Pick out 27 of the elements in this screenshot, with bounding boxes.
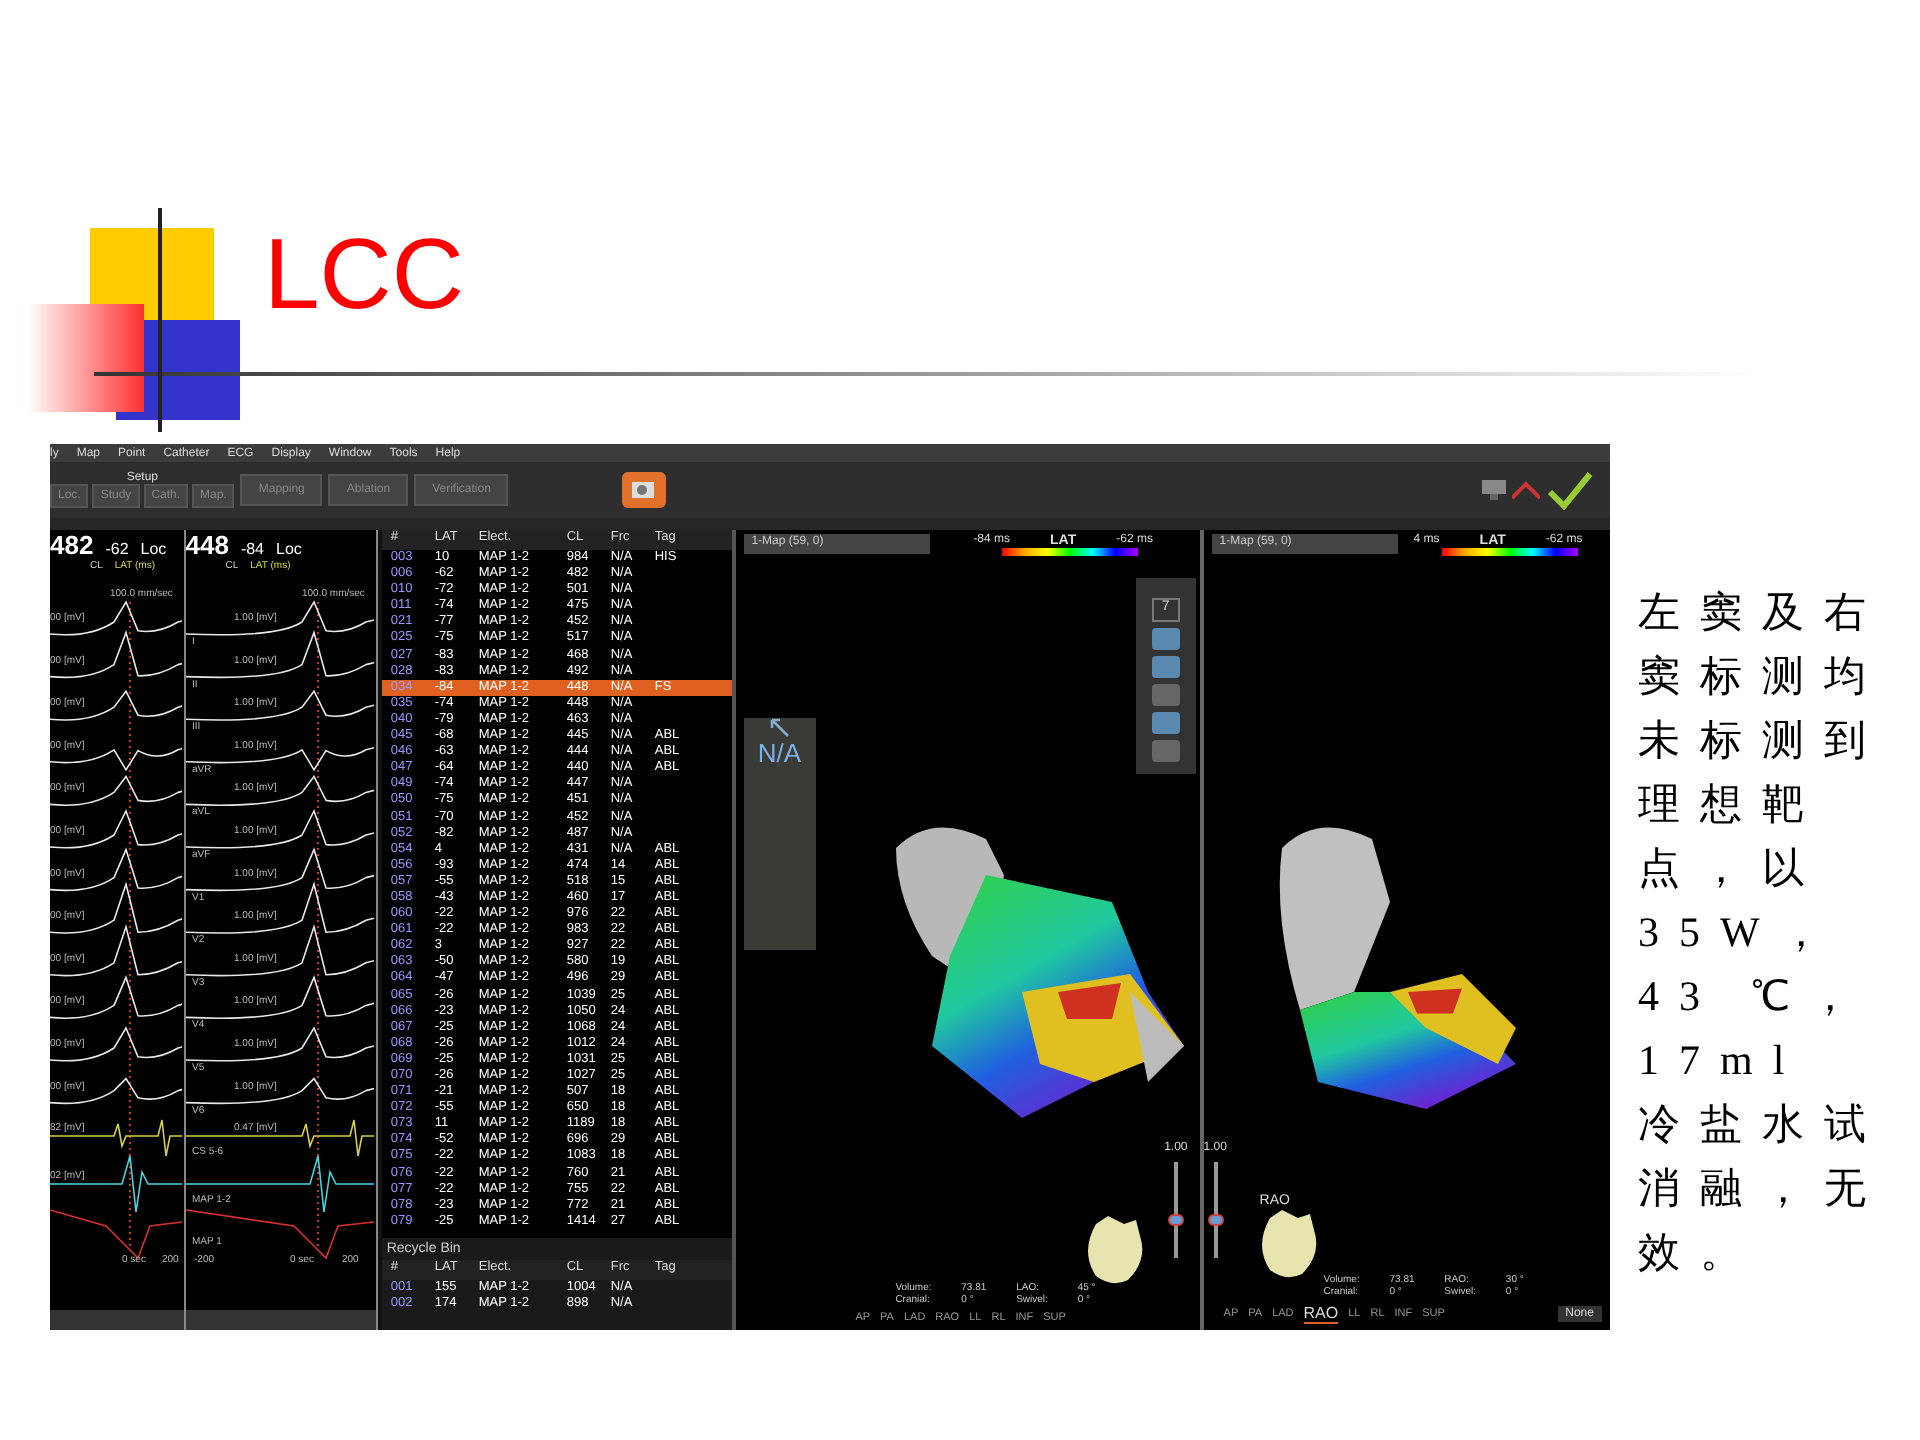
loc-label: Loc	[276, 540, 302, 558]
lat-value: -84	[240, 540, 264, 558]
view-button[interactable]: RAO	[1303, 1304, 1339, 1324]
monitor-icon[interactable]	[1482, 480, 1506, 500]
zoom-slider[interactable]	[1173, 1162, 1178, 1258]
color-scale-bar	[1001, 548, 1138, 556]
camera-icon[interactable]	[622, 472, 667, 508]
arrow-icon	[769, 718, 790, 738]
loc-label: Loc	[140, 540, 167, 558]
cycle-length-value: 448	[185, 530, 229, 560]
tool-button[interactable]	[1151, 740, 1180, 762]
scroll-bar[interactable]	[185, 1310, 377, 1330]
tool-button[interactable]	[1151, 712, 1180, 734]
slider-thumb[interactable]	[1167, 1213, 1184, 1226]
slide-note: 左窦及右窦标测均未标测到理想靶点，以 35W，43 ℃，17ml 冷盐水试消融，无效。	[1638, 586, 1888, 1280]
checkmark-icon[interactable]	[1546, 470, 1594, 510]
tool-button[interactable]	[1151, 656, 1180, 678]
cycle-length-value: 482	[50, 530, 94, 560]
tool-button[interactable]	[1151, 628, 1180, 650]
na-value: N/A	[757, 738, 802, 768]
slider-thumb[interactable]	[1207, 1213, 1224, 1226]
tool-button[interactable]	[1151, 684, 1180, 706]
lat-value: -62	[105, 540, 129, 558]
color-scale-bar	[1441, 548, 1578, 556]
slide-title: LCC	[264, 216, 465, 332]
scroll-bar[interactable]	[50, 1310, 184, 1330]
zoom-slider[interactable]	[1213, 1162, 1218, 1258]
